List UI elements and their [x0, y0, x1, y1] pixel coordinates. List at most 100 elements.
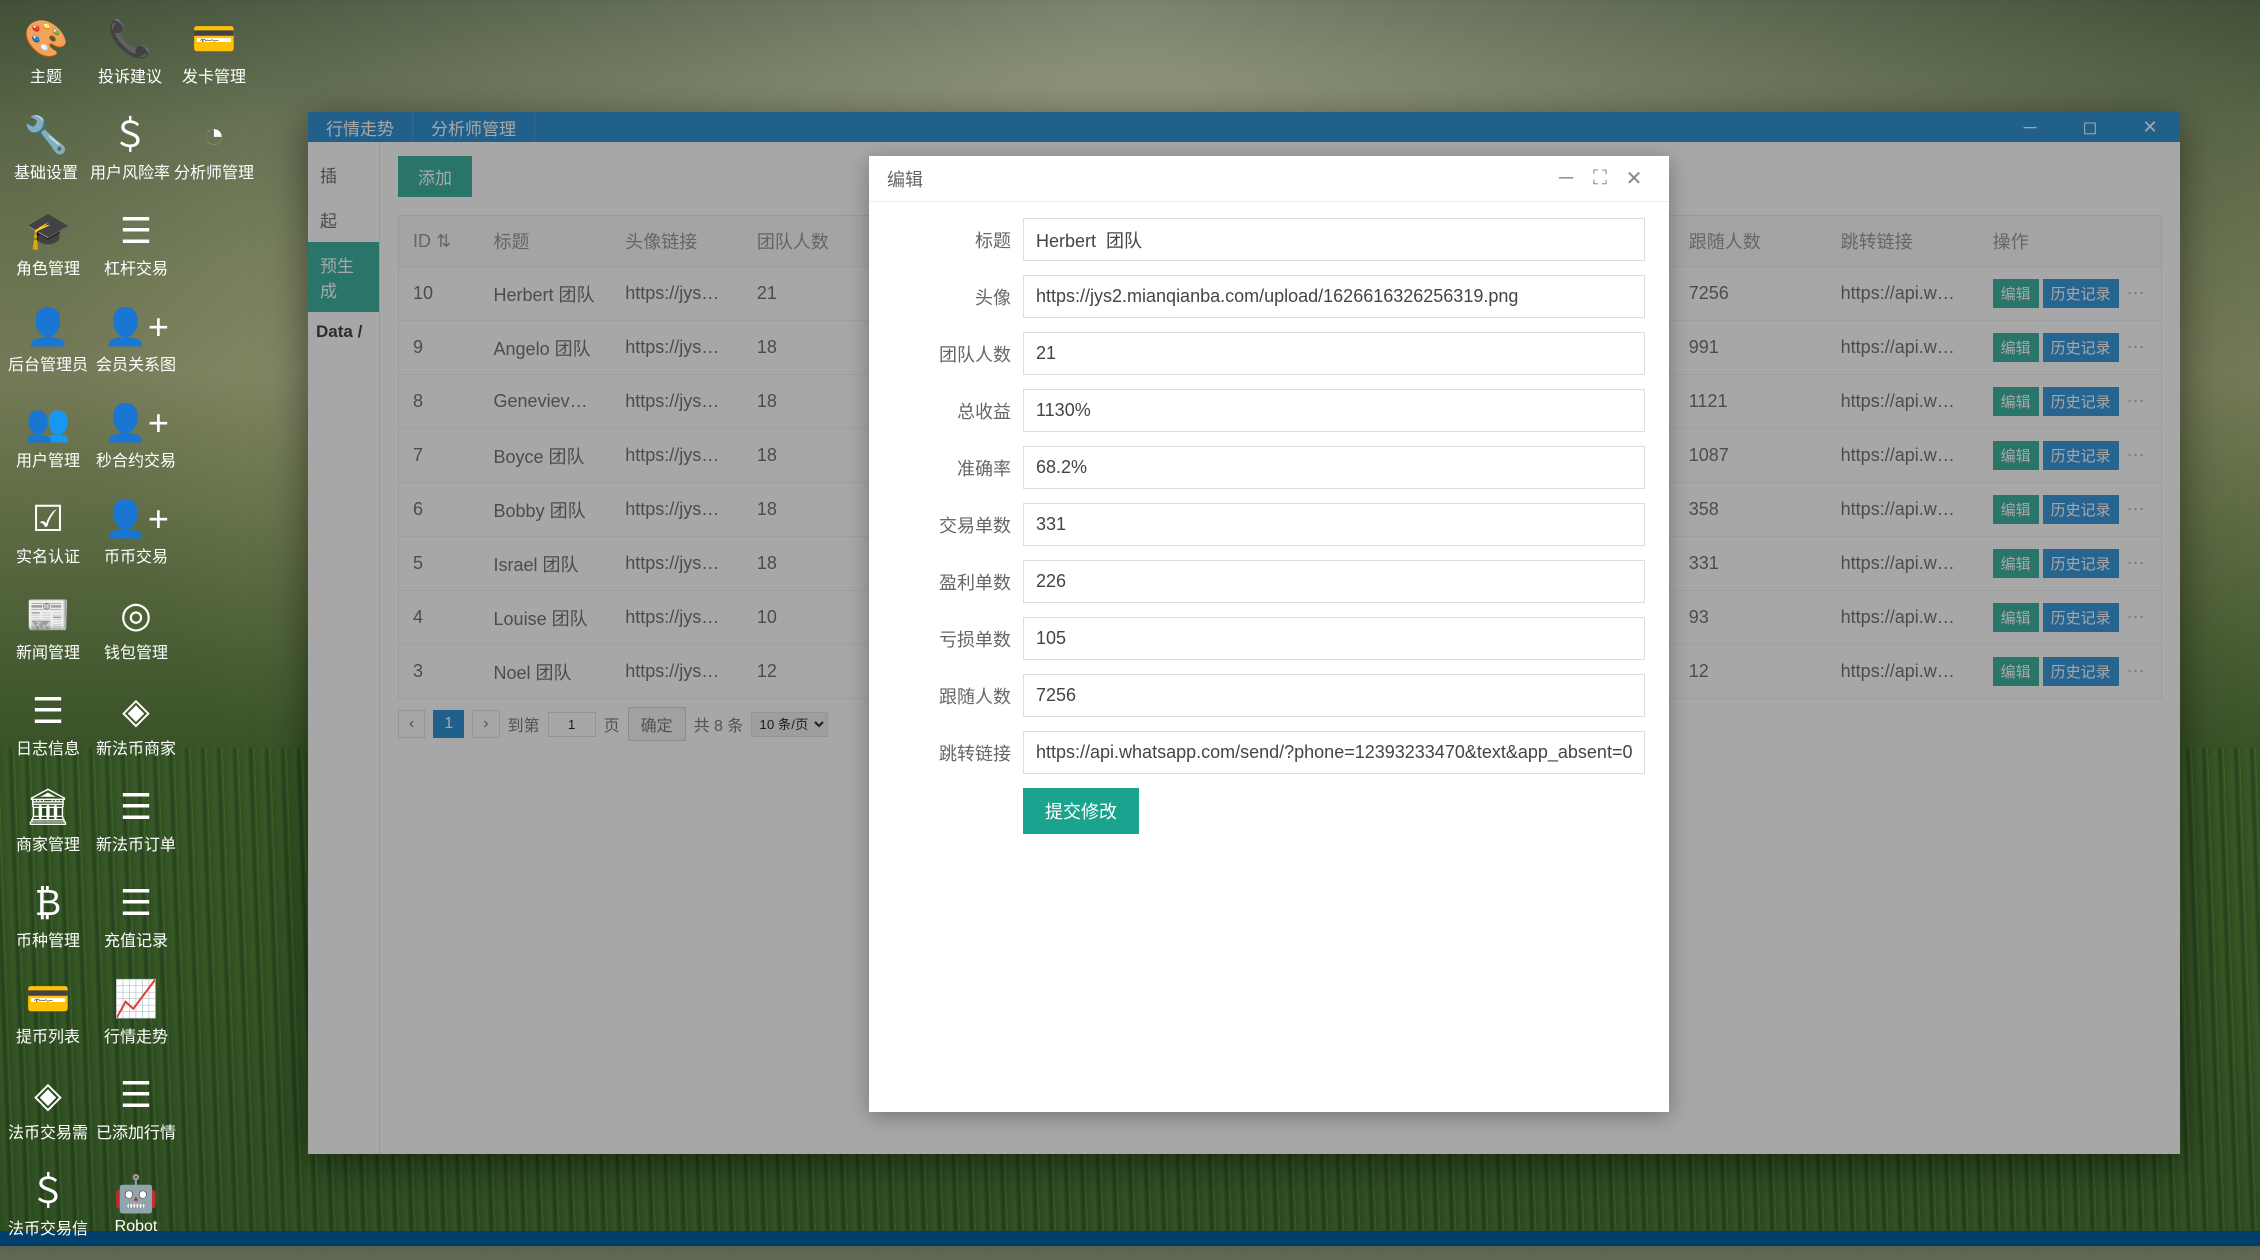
app-label: 用户管理	[16, 447, 80, 471]
app-label: 会员关系图	[96, 351, 176, 375]
form-label: 总收益	[893, 398, 1023, 424]
desktop-icon[interactable]: ◈ 新法币商家	[92, 678, 180, 774]
app-label: 新闻管理	[16, 639, 80, 663]
form-label: 准确率	[893, 455, 1023, 481]
desktop-icon[interactable]: 🤖Robot	[92, 1158, 180, 1254]
app-label: 日志信息	[16, 735, 80, 759]
app-label: 投诉建议	[98, 63, 162, 87]
app-icon: 📞	[108, 21, 153, 57]
desktop-icon[interactable]: 💳发卡管理	[172, 6, 256, 102]
modal-minimize-icon[interactable]: ─	[1549, 167, 1583, 190]
app-icon: 🎓	[26, 213, 71, 249]
form-input[interactable]	[1023, 275, 1645, 318]
app-label: 实名认证	[16, 543, 80, 567]
form-row: 亏损单数	[893, 617, 1645, 660]
app-label: 秒合约交易	[96, 447, 176, 471]
desktop-icon[interactable]: ☰杠杆交易	[92, 198, 180, 294]
form-input[interactable]	[1023, 503, 1645, 546]
desktop-icon[interactable]: ☰ 新法币订单	[92, 774, 180, 870]
desktop-icon[interactable]: ◎钱包管理	[92, 582, 180, 678]
edit-modal: 编辑 ─ ⛶ ✕ 标题头像团队人数总收益准确率交易单数盈利单数亏损单数跟随人数跳…	[869, 156, 1669, 1112]
app-label: 新法币订单	[96, 831, 176, 855]
app-label: 币种管理	[16, 927, 80, 951]
app-icon: 💳	[26, 981, 71, 1017]
form-row: 团队人数	[893, 332, 1645, 375]
desktop-icon[interactable]: 📰 新闻管理	[4, 582, 92, 678]
form-label: 跟随人数	[893, 683, 1023, 709]
desktop-icon[interactable]: 👤+ 币币交易	[92, 486, 180, 582]
modal-titlebar: 编辑 ─ ⛶ ✕	[869, 156, 1669, 202]
form-input[interactable]	[1023, 389, 1645, 432]
form-input[interactable]	[1023, 218, 1645, 261]
form-input[interactable]	[1023, 446, 1645, 489]
desktop-icon[interactable]: ☰充值记录	[92, 870, 180, 966]
desktop-icon[interactable]: 💳 提币列表	[4, 966, 92, 1062]
form-label: 交易单数	[893, 512, 1023, 538]
desktop-icon[interactable]: ☰已添加行情	[92, 1062, 180, 1158]
modal-maximize-icon[interactable]: ⛶	[1583, 167, 1617, 190]
app-label: 商家管理	[16, 831, 80, 855]
form-row: 头像	[893, 275, 1645, 318]
form-input[interactable]	[1023, 731, 1645, 774]
app-label: 基础设置	[14, 159, 78, 183]
app-label: 后台管理员	[8, 351, 88, 375]
form-input[interactable]	[1023, 332, 1645, 375]
app-icon: ◔	[203, 117, 225, 153]
app-icon: 👤	[26, 309, 71, 345]
app-icon: 👥	[26, 405, 71, 441]
app-icon: 🤖	[114, 1176, 159, 1212]
desktop-icon[interactable]: ☰日志信息	[4, 678, 92, 774]
app-icon: ◈	[34, 1077, 62, 1113]
app-label: 分析师管理	[174, 159, 254, 183]
app-label: 角色管理	[16, 255, 80, 279]
app-label: 币币交易	[104, 543, 168, 567]
app-label: 法币交易信	[8, 1215, 88, 1239]
desktop-icon[interactable]: ₿币种管理	[4, 870, 92, 966]
app-icon: 📈	[114, 981, 159, 1017]
form-row: 盈利单数	[893, 560, 1645, 603]
desktop-icon[interactable]: 🏛商家管理	[4, 774, 92, 870]
desktop-icon[interactable]: 🎨主题	[4, 6, 88, 102]
form-row: 准确率	[893, 446, 1645, 489]
form-label: 跳转链接	[893, 740, 1023, 766]
app-label: 提币列表	[16, 1023, 80, 1047]
app-icon: 📰	[26, 597, 71, 633]
form-row: 标题	[893, 218, 1645, 261]
form-label: 盈利单数	[893, 569, 1023, 595]
desktop-icon[interactable]: 📈 行情走势	[92, 966, 180, 1062]
app-icon: ◈	[122, 693, 150, 729]
form-input[interactable]	[1023, 617, 1645, 660]
desktop-icon[interactable]: 👤+秒合约交易	[92, 390, 180, 486]
app-label: 钱包管理	[104, 639, 168, 663]
desktop-icon[interactable]: ◔ 分析师管理	[172, 102, 256, 198]
app-label: 充值记录	[104, 927, 168, 951]
form-row: 总收益	[893, 389, 1645, 432]
submit-button[interactable]: 提交修改	[1023, 788, 1139, 834]
app-icon: 🎨	[24, 21, 69, 57]
app-label: 新法币商家	[96, 735, 176, 759]
desktop-icon[interactable]: 👤+会员关系图	[92, 294, 180, 390]
form-input[interactable]	[1023, 560, 1645, 603]
desktop-icon[interactable]: ☑实名认证	[4, 486, 92, 582]
desktop-icon[interactable]: ＄ 法币交易信	[4, 1158, 92, 1254]
desktop-icon[interactable]: ◈法币交易需	[4, 1062, 92, 1158]
desktop-icon[interactable]: 👥 用户管理	[4, 390, 92, 486]
app-icon: ＄	[30, 1173, 66, 1209]
main-window: 行情走势 分析师管理 ─ ◻ ✕ 插 起 预生成 Data / 添加 ID ⇅ …	[308, 112, 2180, 1154]
form-input[interactable]	[1023, 674, 1645, 717]
desktop-icon[interactable]: 👤 后台管理员	[4, 294, 92, 390]
form-label: 亏损单数	[893, 626, 1023, 652]
app-icon: 👤+	[103, 501, 169, 537]
app-icon: ☰	[120, 1077, 152, 1113]
app-label: 发卡管理	[182, 63, 246, 87]
form-row: 跟随人数	[893, 674, 1645, 717]
app-label: 行情走势	[104, 1023, 168, 1047]
desktop-icon[interactable]: ＄用户风险率	[88, 102, 172, 198]
desktop-icon[interactable]: 📞 投诉建议	[88, 6, 172, 102]
app-icon: ☰	[120, 789, 152, 825]
taskbar[interactable]	[0, 1231, 2260, 1246]
desktop-icon[interactable]: 🔧 基础设置	[4, 102, 88, 198]
desktop-icon[interactable]: 🎓 角色管理	[4, 198, 92, 294]
app-icon: 🔧	[24, 117, 69, 153]
modal-close-icon[interactable]: ✕	[1617, 166, 1651, 191]
